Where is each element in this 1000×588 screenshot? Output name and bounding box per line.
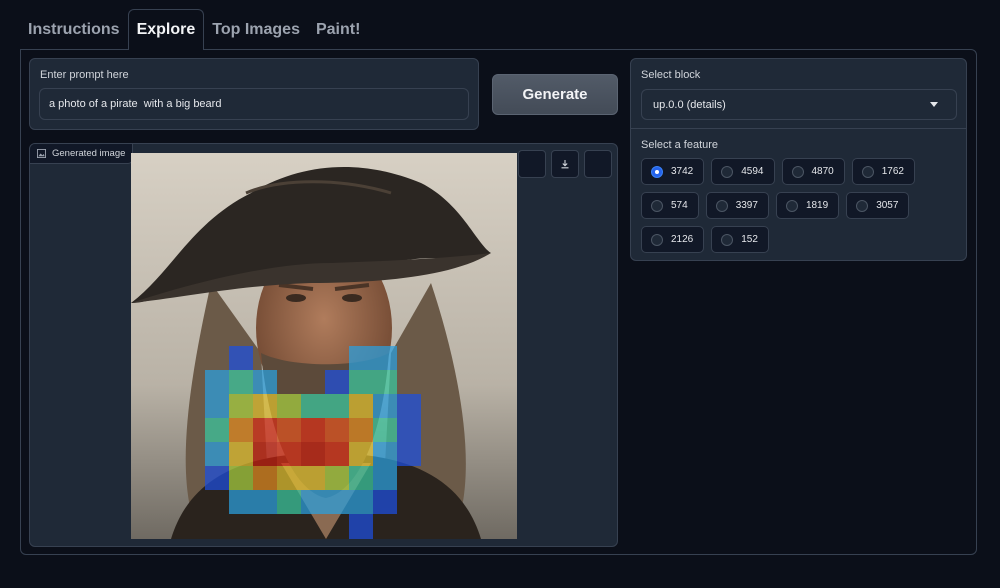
image-panel-label-text: Generated image	[52, 148, 126, 159]
block-select-value: up.0.0 (details)	[653, 98, 726, 111]
radio-icon	[856, 199, 869, 212]
image-toolbar	[518, 150, 612, 178]
generated-image	[131, 153, 517, 539]
radio-icon	[721, 165, 734, 178]
radio-icon	[651, 165, 663, 178]
image-icon	[37, 149, 46, 158]
tab-top-images[interactable]: Top Images	[204, 10, 308, 50]
feature-option[interactable]: 3742	[641, 158, 705, 185]
caret-down-icon	[930, 102, 938, 107]
feature-option[interactable]: 3397	[705, 192, 769, 219]
radio-icon	[861, 165, 874, 178]
image-panel-label: Generated image	[30, 144, 134, 164]
feature-option[interactable]: 2126	[641, 226, 705, 253]
feature-option[interactable]: 4870	[781, 158, 845, 185]
tab-explore[interactable]: Explore	[127, 9, 205, 50]
radio-icon	[791, 165, 804, 178]
tab-instructions[interactable]: Instructions	[20, 10, 128, 50]
radio-icon	[721, 233, 734, 246]
generate-button[interactable]: Generate	[492, 74, 618, 115]
blank-tool-button[interactable]	[584, 150, 612, 178]
block-section: Select block up.0.0 (details)	[631, 59, 966, 129]
feature-options: 3742 4594 4870 1762 574 3397 1819 3057 2…	[641, 158, 961, 260]
feature-option[interactable]: 1762	[851, 158, 915, 185]
radio-icon	[785, 199, 798, 212]
download-button[interactable]	[551, 150, 579, 178]
feature-label: Select a feature	[641, 139, 719, 151]
feature-panel: Select block up.0.0 (details) Select a f…	[630, 58, 967, 261]
feature-option[interactable]: 574	[641, 192, 699, 219]
feature-option[interactable]: 152	[711, 226, 769, 253]
blank-tool-button[interactable]	[518, 150, 546, 178]
download-icon	[561, 160, 569, 169]
radio-icon	[651, 199, 663, 212]
block-label: Select block	[641, 69, 701, 81]
prompt-input[interactable]	[39, 88, 469, 120]
prompt-label: Enter prompt here	[40, 69, 129, 81]
radio-icon	[715, 199, 728, 212]
radio-icon	[651, 233, 663, 246]
feature-option[interactable]: 3057	[846, 192, 910, 219]
prompt-box: Enter prompt here	[29, 58, 479, 130]
generated-image-panel: Generated image	[29, 143, 618, 547]
block-select[interactable]: up.0.0 (details)	[641, 89, 957, 120]
feature-option[interactable]: 4594	[711, 158, 775, 185]
tab-bar: Instructions Explore Top Images Paint!	[20, 9, 368, 50]
feature-option[interactable]: 1819	[775, 192, 840, 219]
tab-paint[interactable]: Paint!	[308, 10, 368, 50]
